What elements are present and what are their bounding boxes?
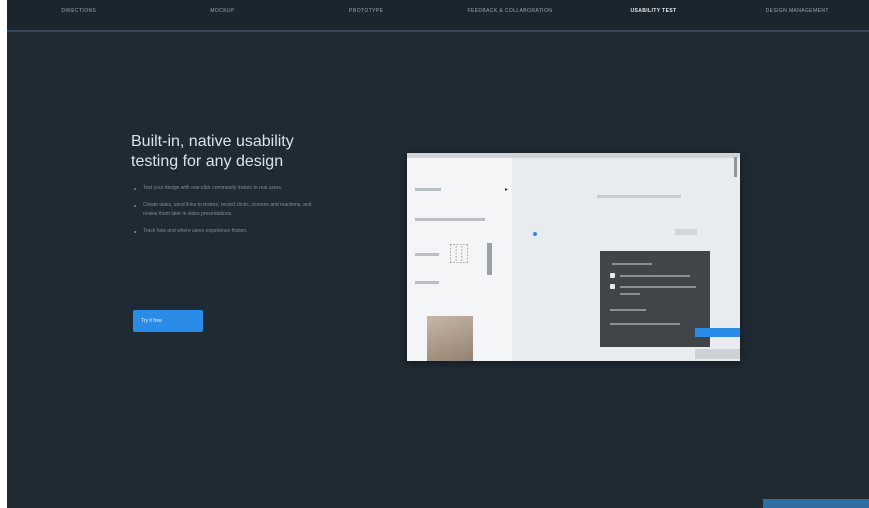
preview-button[interactable] [675,229,697,235]
corner-bar[interactable] [763,499,869,508]
preview-sidebar-line [415,281,439,284]
preview-photo [427,316,473,361]
task-panel [600,251,710,347]
nav-item-usability-test[interactable]: Usability Test [582,8,726,22]
task-line [610,323,680,325]
preview-sidebar: ⿲ ▸ [407,158,512,361]
preview-sidebar-line [415,218,485,221]
checkbox-icon[interactable] [610,273,615,278]
nav-item-feedback[interactable]: Feedback & Collaboration [438,8,582,22]
preview-action-tag[interactable] [695,328,740,337]
feature-list: Test your design with one-click communit… [133,184,323,244]
preview-sidebar-line [415,188,441,191]
task-line [612,263,652,265]
task-line [620,286,696,288]
feature-item: Create tasks, send links to testers, rec… [133,201,323,219]
preview-arrow-icon: ▸ [505,187,509,193]
nav-item-design-management[interactable]: Design Management [725,8,869,22]
preview-sidebar-line [415,253,439,256]
preview-bar [487,243,492,275]
task-line [620,293,640,295]
checkbox-icon[interactable] [610,284,615,289]
preview-glyph-icon: ⿲ [449,242,469,266]
feature-item: Track how and where users experience fri… [133,227,323,236]
page-frame: Directions Mockup Prototype Feedback & C… [7,0,869,508]
task-line [610,309,646,311]
hero-title: Built-in, native usability testing for a… [131,133,294,170]
preview-controls[interactable] [695,349,740,359]
task-line [620,275,690,277]
top-nav: Directions Mockup Prototype Feedback & C… [7,0,869,32]
feature-item: Test your design with one-click communit… [133,184,323,193]
cursor-dot-icon [533,232,537,236]
app-preview: ⿲ ▸ [407,153,740,361]
nav-item-prototype[interactable]: Prototype [294,8,438,22]
preview-heading-line [597,195,681,198]
nav-item-mockup[interactable]: Mockup [151,8,295,22]
nav-item-directions[interactable]: Directions [7,8,151,22]
try-it-free-button[interactable]: Try it free [133,310,203,332]
preview-scrollbar[interactable] [734,157,737,177]
